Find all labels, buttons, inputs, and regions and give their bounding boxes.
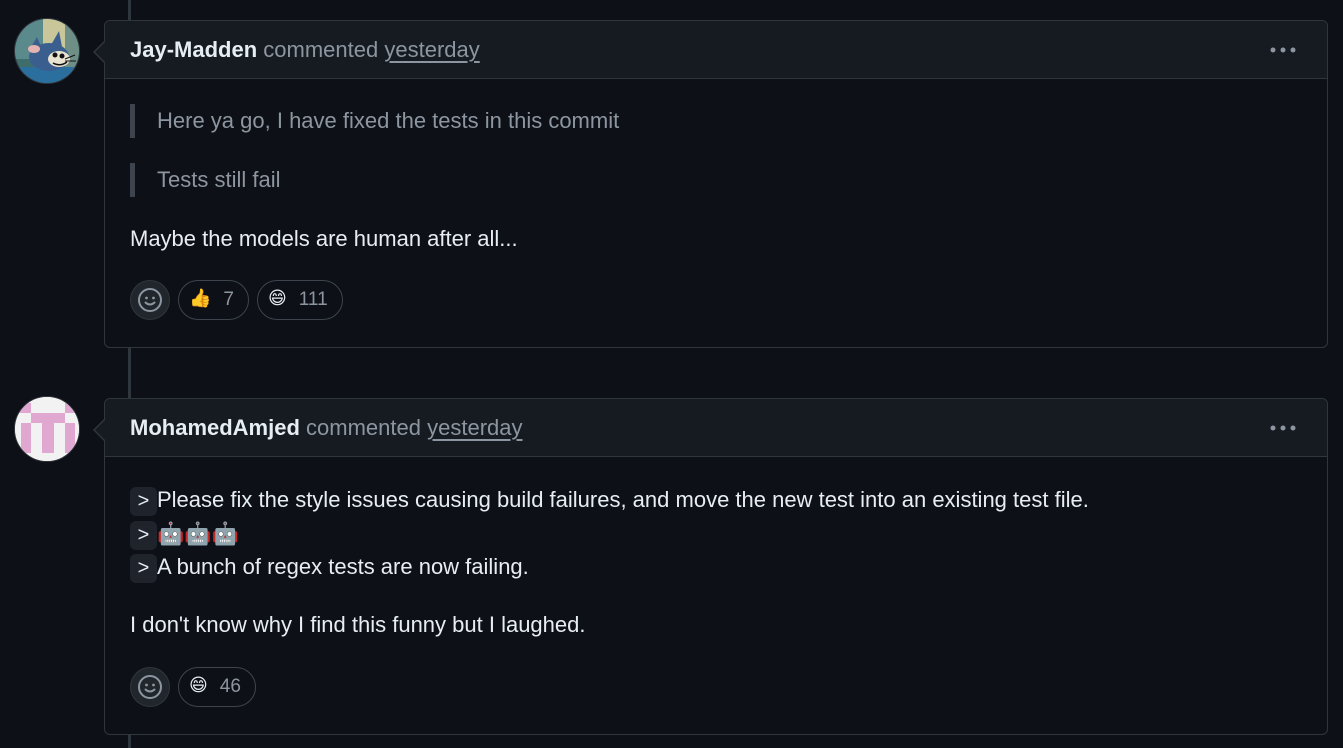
comment-meta: MohamedAmjed commented yesterday: [130, 415, 523, 441]
quote-marker: >: [130, 486, 157, 516]
timestamp-link[interactable]: yesterday: [384, 37, 479, 62]
reaction-count: 7: [223, 289, 234, 310]
comment-meta: Jay-Madden commented yesterday: [130, 37, 480, 63]
quote-marker: >: [130, 520, 157, 550]
comment-box: MohamedAmjed commented yesterday > Please…: [93, 398, 1328, 735]
timeline-line-bottom: [128, 734, 131, 748]
reaction-count: 111: [298, 289, 328, 310]
smiley-icon: [138, 288, 162, 312]
author-link[interactable]: Jay-Madden: [130, 37, 257, 62]
laugh-icon: 😄: [189, 675, 208, 695]
reaction-laugh-button[interactable]: 😄 111: [257, 280, 343, 320]
robot-emoji-icon: 🤖🤖🤖: [157, 521, 240, 546]
comment-verb: commented: [306, 415, 421, 440]
timestamp-link[interactable]: yesterday: [427, 415, 522, 440]
more-options-icon[interactable]: [1269, 419, 1299, 437]
reactions-bar: 👍 7 😄 111: [130, 280, 343, 320]
laugh-icon: 😄: [268, 288, 287, 308]
comment-verb: commented: [263, 37, 379, 62]
quoted-line: > Please fix the style issues causing bui…: [130, 485, 1089, 516]
reaction-thumbs-up-button[interactable]: 👍 7: [178, 280, 249, 320]
quoted-text: A bunch of regex tests are now failing.: [157, 554, 529, 579]
add-reaction-button[interactable]: [130, 280, 170, 320]
comment-text: Maybe the models are human after all...: [130, 226, 518, 251]
quoted-line: > 🤖🤖🤖: [130, 519, 240, 550]
pink-identicon-avatar-icon: [15, 397, 79, 461]
add-reaction-button[interactable]: [130, 667, 170, 707]
comment-header: Jay-Madden commented yesterday: [105, 21, 1327, 79]
avatar[interactable]: [14, 18, 80, 84]
author-link[interactable]: MohamedAmjed: [130, 415, 300, 440]
comment-box: Jay-Madden commented yesterday Here ya g…: [93, 20, 1328, 348]
quoted-text: Please fix the style issues causing buil…: [157, 487, 1089, 512]
reactions-bar: 😄 46: [130, 667, 256, 707]
blockquote: Tests still fail: [130, 163, 280, 197]
cartoon-cat-avatar-icon: [15, 19, 79, 83]
avatar[interactable]: [14, 396, 80, 462]
comment-header: MohamedAmjed commented yesterday: [105, 399, 1327, 457]
comment-text: I don't know why I find this funny but I…: [130, 612, 586, 637]
smiley-icon: [138, 675, 162, 699]
reaction-laugh-button[interactable]: 😄 46: [178, 667, 256, 707]
timeline-line-middle: [128, 347, 131, 399]
quoted-line: > A bunch of regex tests are now failing.: [130, 552, 529, 583]
thumbs-up-icon: 👍: [189, 288, 212, 308]
reaction-count: 46: [219, 676, 241, 697]
more-options-icon[interactable]: [1269, 41, 1299, 59]
quote-marker: >: [130, 553, 157, 583]
blockquote: Here ya go, I have fixed the tests in th…: [130, 104, 619, 138]
timeline-line-top: [128, 0, 131, 20]
